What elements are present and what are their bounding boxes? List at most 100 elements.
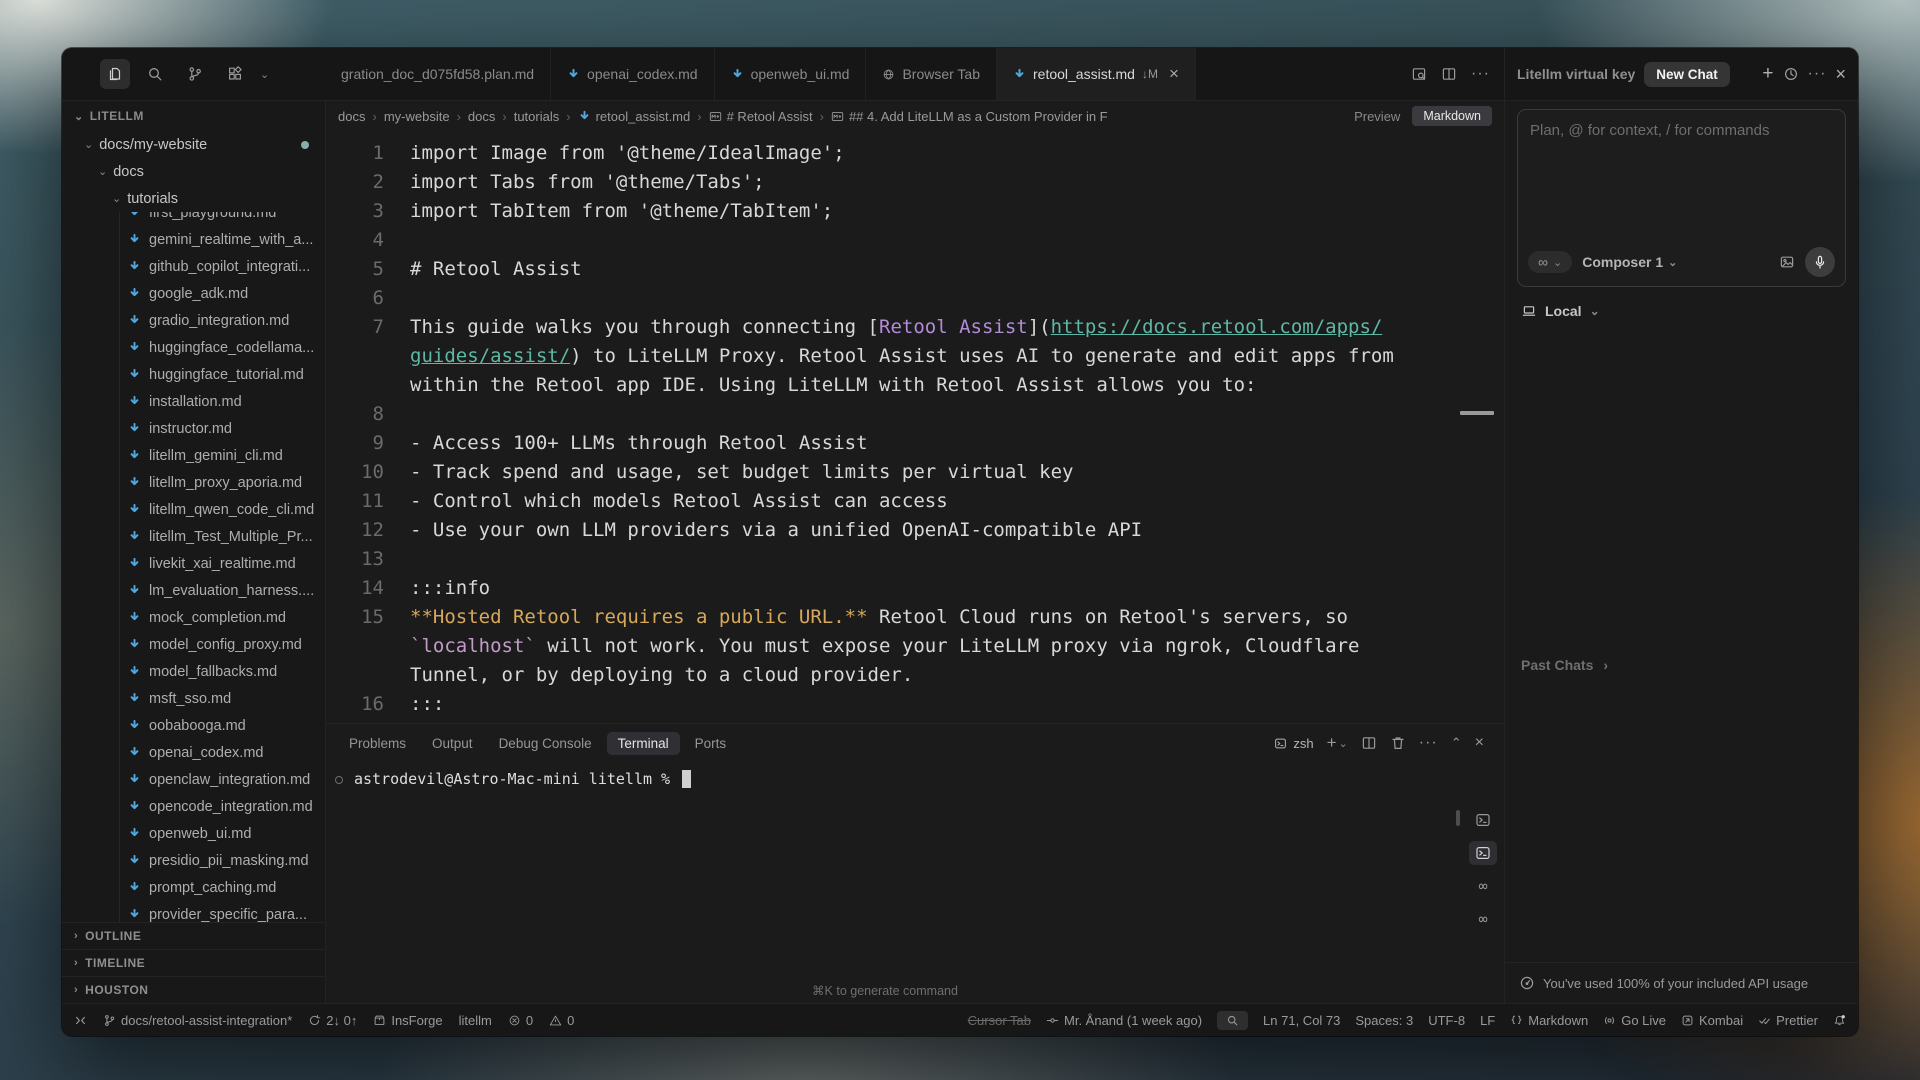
close-tab-icon[interactable]: × xyxy=(1169,64,1179,84)
status-bell[interactable] xyxy=(1833,1014,1846,1027)
status-litellm[interactable]: litellm xyxy=(459,1013,492,1028)
past-chats-toggle[interactable]: Past Chats › xyxy=(1521,657,1608,673)
close-chat-icon[interactable]: × xyxy=(1835,64,1846,85)
close-panel-icon[interactable]: × xyxy=(1475,734,1484,752)
preview-toggle[interactable]: Preview xyxy=(1354,109,1400,124)
tab-openai-codex-md[interactable]: openai_codex.md xyxy=(551,48,715,100)
file-instructor-md[interactable]: instructor.md xyxy=(62,415,325,442)
infinity-session-icon[interactable]: ∞ xyxy=(1469,874,1497,898)
attach-image-icon[interactable] xyxy=(1779,254,1795,270)
status-magnifier[interactable] xyxy=(1217,1011,1248,1030)
status-go-live[interactable]: Go Live xyxy=(1603,1013,1666,1028)
breadcrumb-item-docs[interactable]: docs xyxy=(338,109,365,124)
file-gemini-realtime-with-a[interactable]: gemini_realtime_with_a... xyxy=(62,226,325,253)
status-spaces-3[interactable]: Spaces: 3 xyxy=(1355,1013,1413,1028)
file-provider-specific-para[interactable]: provider_specific_para... xyxy=(62,901,325,922)
panel-tab-ports[interactable]: Ports xyxy=(684,732,738,755)
agent-selector[interactable]: Composer 1⌄ xyxy=(1582,254,1677,270)
status-ln-71-col-73[interactable]: Ln 71, Col 73 xyxy=(1263,1013,1340,1028)
explorer-icon[interactable] xyxy=(100,59,130,89)
chat-input-box[interactable]: Plan, @ for context, / for commands ∞⌄ C… xyxy=(1517,109,1846,287)
status-2-0[interactable]: 2↓ 0↑ xyxy=(308,1013,357,1028)
add-chat-icon[interactable]: + xyxy=(1762,63,1773,85)
kill-terminal-icon[interactable] xyxy=(1390,735,1406,751)
breadcrumb-item-retool-assist[interactable]: # Retool Assist xyxy=(709,109,813,124)
file-installation-md[interactable]: installation.md xyxy=(62,388,325,415)
history-clock-icon[interactable] xyxy=(1783,66,1799,82)
breadcrumb-item-retool-assist-md[interactable]: retool_assist.md xyxy=(578,109,691,124)
status-kombai[interactable]: Kombai xyxy=(1681,1013,1743,1028)
status-0[interactable]: 0 xyxy=(508,1013,533,1028)
file-opencode-integration-md[interactable]: opencode_integration.md xyxy=(62,793,325,820)
terminal-instance-icon[interactable] xyxy=(1469,808,1497,832)
breadcrumb-item-4-add-litellm-as-a-custom-provider-in-f[interactable]: ## 4. Add LiteLLM as a Custom Provider i… xyxy=(831,109,1108,124)
terminal-instance-icon-active[interactable] xyxy=(1469,841,1497,865)
panel-more-icon[interactable]: ··· xyxy=(1419,734,1438,752)
new-terminal-button[interactable]: +⌄ xyxy=(1327,733,1348,753)
sidebar-section-timeline[interactable]: ›TIMELINE xyxy=(62,949,325,976)
file-openweb-ui-md[interactable]: openweb_ui.md xyxy=(62,820,325,847)
new-chat-button[interactable]: New Chat xyxy=(1644,62,1730,87)
status-lf[interactable]: LF xyxy=(1480,1013,1495,1028)
tab-gration-doc-d075fd58-plan-md[interactable]: gration_doc_d075fd58.plan.md xyxy=(325,48,551,100)
terminal-scrollbar[interactable] xyxy=(1456,810,1460,826)
model-selector[interactable]: ∞⌄ xyxy=(1528,251,1572,273)
split-editor-icon[interactable] xyxy=(1441,66,1457,82)
breadcrumb-item-my-website[interactable]: my-website xyxy=(384,109,450,124)
panel-tab-debug-console[interactable]: Debug Console xyxy=(488,732,603,755)
file-prompt-caching-md[interactable]: prompt_caching.md xyxy=(62,874,325,901)
file-lm-evaluation-harness[interactable]: lm_evaluation_harness.... xyxy=(62,577,325,604)
extensions-icon[interactable] xyxy=(220,59,250,89)
file-google-adk-md[interactable]: google_adk.md xyxy=(62,280,325,307)
folder-tutorials[interactable]: ⌄tutorials xyxy=(62,185,325,212)
sidebar-section-houston[interactable]: ›HOUSTON xyxy=(62,976,325,1003)
file-gradio-integration-md[interactable]: gradio_integration.md xyxy=(62,307,325,334)
file-github-copilot-integrati[interactable]: github_copilot_integrati... xyxy=(62,253,325,280)
file-litellm-gemini-cli-md[interactable]: litellm_gemini_cli.md xyxy=(62,442,325,469)
breadcrumb-item-tutorials[interactable]: tutorials xyxy=(514,109,560,124)
file-litellm-proxy-aporia-md[interactable]: litellm_proxy_aporia.md xyxy=(62,469,325,496)
file-msft-sso-md[interactable]: msft_sso.md xyxy=(62,685,325,712)
terminal-body[interactable]: astrodevil@Astro-Mac-mini litellm % ⌘K t… xyxy=(326,762,1504,1003)
split-terminal-icon[interactable] xyxy=(1361,735,1377,751)
status-utf-8[interactable]: UTF-8 xyxy=(1428,1013,1465,1028)
file-huggingface-tutorial-md[interactable]: huggingface_tutorial.md xyxy=(62,361,325,388)
file-oobabooga-md[interactable]: oobabooga.md xyxy=(62,712,325,739)
more-actions-icon[interactable]: ··· xyxy=(1471,65,1490,83)
file-presidio-pii-masking-md[interactable]: presidio_pii_masking.md xyxy=(62,847,325,874)
folder-docs[interactable]: ⌄docs xyxy=(62,158,325,185)
code-editor[interactable]: 1import Image from '@theme/IdealImage';2… xyxy=(326,131,1504,723)
infinity-session-icon[interactable]: ∞ xyxy=(1469,907,1497,931)
status-markdown[interactable]: Markdown xyxy=(1510,1013,1588,1028)
status-prettier[interactable]: Prettier xyxy=(1758,1013,1818,1028)
status-0[interactable]: 0 xyxy=(549,1013,574,1028)
project-root-header[interactable]: ⌄ LITELLM xyxy=(62,101,325,131)
file-litellm-test-multiple-pr[interactable]: litellm_Test_Multiple_Pr... xyxy=(62,523,325,550)
location-selector[interactable]: Local ⌄ xyxy=(1517,303,1846,319)
search-icon[interactable] xyxy=(140,59,170,89)
file-openai-codex-md[interactable]: openai_codex.md xyxy=(62,739,325,766)
source-control-icon[interactable] xyxy=(180,59,210,89)
tab-retool-assist-md[interactable]: retool_assist.md↓M× xyxy=(997,48,1196,100)
file-first-playground-md[interactable]: first_playground.md xyxy=(62,212,325,226)
folder-docs-my-website[interactable]: ⌄docs/my-website xyxy=(62,131,325,158)
tab-browser-tab[interactable]: Browser Tab xyxy=(866,48,997,100)
panel-tab-problems[interactable]: Problems xyxy=(338,732,417,755)
chat-more-icon[interactable]: ··· xyxy=(1808,65,1827,83)
panel-tab-output[interactable]: Output xyxy=(421,732,484,755)
sidebar-section-outline[interactable]: ›OUTLINE xyxy=(62,922,325,949)
status-cursor-tab[interactable]: Cursor Tab xyxy=(968,1013,1031,1028)
status-docs-retool-assist-integration[interactable]: docs/retool-assist-integration* xyxy=(103,1013,292,1028)
markdown-mode-pill[interactable]: Markdown xyxy=(1412,106,1492,126)
breadcrumb-item-docs[interactable]: docs xyxy=(468,109,495,124)
status-mr-nand-1-week-ago[interactable]: Mr. Ånand (1 week ago) xyxy=(1046,1013,1202,1028)
shell-chip[interactable]: zsh xyxy=(1274,736,1313,751)
file-model-config-proxy-md[interactable]: model_config_proxy.md xyxy=(62,631,325,658)
maximize-panel-icon[interactable]: ⌃ xyxy=(1451,735,1462,751)
file-livekit-xai-realtime-md[interactable]: livekit_xai_realtime.md xyxy=(62,550,325,577)
file-huggingface-codellama[interactable]: huggingface_codellama... xyxy=(62,334,325,361)
status-insforge[interactable]: InsForge xyxy=(373,1013,442,1028)
file-litellm-qwen-code-cli-md[interactable]: litellm_qwen_code_cli.md xyxy=(62,496,325,523)
microphone-button[interactable] xyxy=(1805,247,1835,277)
chevron-down-icon[interactable]: ⌄ xyxy=(260,68,269,81)
